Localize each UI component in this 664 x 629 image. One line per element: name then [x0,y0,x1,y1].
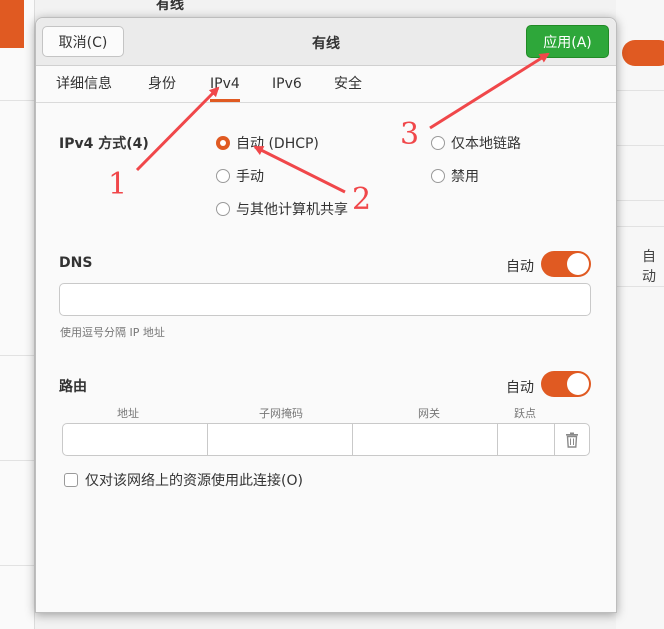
annotation-arrow-1 [135,86,220,172]
annotation-arrow-2 [253,145,346,194]
annotation-overlay [135,52,550,194]
annotation-number-1: 1 [108,167,128,202]
annotation-arrow-3 [429,52,550,130]
annotation-number-2: 2 [352,182,372,217]
annotation-number-3: 3 [400,117,420,152]
